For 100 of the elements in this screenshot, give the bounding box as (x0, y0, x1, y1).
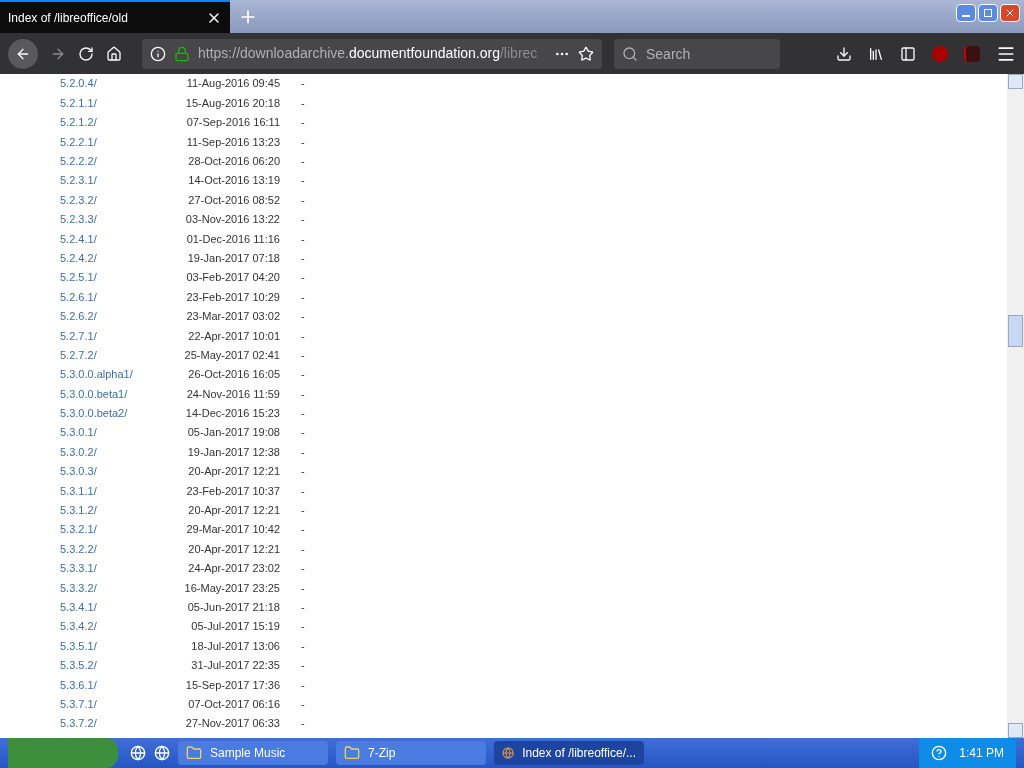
modified-date: 23-Mar-2017 03:02 (185, 309, 280, 325)
file-size: - (301, 561, 305, 577)
close-button[interactable] (1000, 4, 1020, 22)
scrollbar[interactable] (1007, 74, 1024, 738)
taskbar-item[interactable]: Index of /libreoffice/... (494, 741, 644, 765)
folder-icon (344, 745, 360, 761)
directory-link[interactable]: 5.3.2.1/ (60, 521, 180, 538)
modified-date: 20-Apr-2017 12:21 (187, 503, 280, 519)
directory-link[interactable]: 5.3.5.2/ (60, 657, 180, 674)
directory-link[interactable]: 5.2.0.4/ (60, 75, 180, 92)
modified-date: 19-Jan-2017 12:38 (186, 444, 280, 460)
home-icon[interactable] (106, 45, 122, 62)
file-size: - (301, 347, 305, 363)
directory-link[interactable]: 5.2.3.3/ (60, 211, 180, 228)
directory-link[interactable]: 5.2.6.2/ (60, 308, 180, 325)
file-size: - (301, 134, 305, 150)
directory-link[interactable]: 5.2.4.1/ (60, 230, 180, 248)
directory-link[interactable]: 5.3.0.0.alpha1/ (60, 366, 180, 383)
modified-date: 18-Jul-2017 13:06 (190, 638, 280, 654)
file-size: - (301, 522, 305, 538)
lock-icon (174, 45, 190, 62)
start-button[interactable] (8, 738, 118, 768)
browser-icon[interactable] (130, 745, 146, 761)
file-size: - (301, 95, 305, 111)
taskbar-item[interactable]: Sample Music (178, 741, 328, 765)
modified-date: 11-Aug-2016 09:45 (185, 76, 280, 92)
search-icon (622, 45, 638, 62)
back-button[interactable] (8, 38, 38, 69)
file-size: - (301, 619, 305, 635)
directory-link[interactable]: 5.2.1.1/ (60, 94, 180, 112)
restore-button[interactable] (978, 4, 998, 22)
directory-link[interactable]: 5.2.3.2/ (60, 191, 180, 209)
modified-date: 05-Jul-2017 15:19 (190, 619, 280, 635)
modified-date: 29-Mar-2017 10:42 (185, 522, 280, 538)
globe-icon (502, 745, 515, 761)
directory-link[interactable]: 5.3.6.1/ (60, 676, 180, 694)
address-bar[interactable]: https://downloadarchive.documentfoundation.org/librec (142, 38, 602, 69)
minimize-button[interactable] (956, 4, 976, 22)
modified-date: 03-Feb-2017 04:20 (185, 270, 280, 286)
modified-date: 23-Feb-2017 10:29 (185, 289, 280, 305)
modified-date: 01-Dec-2016 11:16 (185, 231, 280, 247)
directory-link[interactable]: 5.2.2.1/ (60, 133, 180, 151)
file-size: - (301, 425, 305, 441)
modified-date: 20-Apr-2017 12:21 (187, 464, 280, 480)
modified-date: 27-Oct-2016 08:52 (187, 192, 280, 208)
modified-date: 28-Oct-2016 06:20 (187, 154, 280, 169)
directory-link[interactable]: 5.2.5.1/ (60, 269, 180, 286)
file-size: - (301, 154, 305, 169)
file-size: - (301, 406, 305, 422)
directory-link[interactable]: 5.2.2.2/ (60, 153, 180, 170)
search-field[interactable]: Search (614, 38, 780, 69)
directory-link[interactable]: 5.3.3.2/ (60, 579, 180, 597)
directory-link[interactable]: 5.3.1.1/ (60, 482, 180, 500)
star-icon[interactable] (578, 45, 594, 62)
directory-link[interactable]: 5.3.0.0.beta1/ (60, 385, 180, 403)
file-size: - (301, 503, 305, 519)
file-size: - (301, 696, 305, 712)
directory-link[interactable]: 5.3.5.1/ (60, 637, 180, 655)
modified-date: 07-Sep-2016 16:11 (185, 115, 280, 131)
url-text: https://downloadarchive.documentfoundation.org/librec (198, 44, 538, 63)
directory-link[interactable]: 5.3.0.3/ (60, 463, 180, 480)
sidebar-icon[interactable] (900, 45, 916, 62)
taskbar-item[interactable]: 7-Zip (336, 741, 486, 765)
modified-date: 15-Sep-2017 17:36 (184, 677, 280, 693)
directory-link[interactable]: 5.3.7.2/ (60, 715, 180, 732)
directory-link[interactable]: 5.3.7.1/ (60, 695, 180, 713)
file-size: - (301, 464, 305, 480)
modified-date: 15-Aug-2016 20:18 (184, 95, 280, 111)
directory-link[interactable]: 5.3.1.2/ (60, 502, 180, 519)
browser-tab[interactable]: Index of /libreoffice/old (0, 0, 230, 33)
directory-link[interactable]: 5.2.3.1/ (60, 172, 180, 189)
file-size: - (301, 250, 305, 266)
help-icon[interactable] (931, 745, 948, 761)
file-size: - (301, 638, 305, 654)
directory-link[interactable]: 5.2.7.1/ (60, 327, 180, 344)
directory-link[interactable]: 5.3.0.0.beta2/ (60, 405, 180, 422)
modified-date: 14-Dec-2016 15:23 (184, 406, 280, 422)
directory-link[interactable]: 5.2.6.1/ (60, 288, 180, 306)
directory-link[interactable]: 5.3.0.1/ (60, 424, 180, 441)
directory-link[interactable]: 5.3.3.1/ (60, 560, 180, 577)
reload-icon[interactable] (78, 45, 94, 62)
modified-date: 20-Apr-2017 12:21 (187, 541, 280, 557)
close-icon (1004, 7, 1016, 19)
directory-link[interactable]: 5.2.4.2/ (60, 249, 180, 267)
directory-link[interactable]: 5.3.4.1/ (60, 599, 180, 616)
file-size: - (301, 600, 305, 615)
file-size: - (301, 212, 305, 228)
modified-date: 23-Feb-2017 10:37 (185, 483, 280, 499)
file-size: - (301, 716, 305, 732)
directory-link[interactable]: 5.3.2.2/ (60, 540, 180, 558)
download-icon[interactable] (836, 45, 852, 62)
modified-date: 11-Sep-2016 13:23 (185, 134, 280, 150)
directory-link[interactable]: 5.3.4.2/ (60, 618, 180, 635)
browser-icon[interactable] (154, 745, 170, 761)
info-icon (150, 45, 166, 62)
directory-link[interactable]: 5.2.1.2/ (60, 114, 180, 131)
directory-link[interactable]: 5.2.7.2/ (60, 346, 180, 364)
library-icon[interactable] (868, 45, 884, 62)
modified-date: 24-Apr-2017 23:02 (187, 561, 280, 577)
directory-link[interactable]: 5.3.0.2/ (60, 443, 180, 461)
